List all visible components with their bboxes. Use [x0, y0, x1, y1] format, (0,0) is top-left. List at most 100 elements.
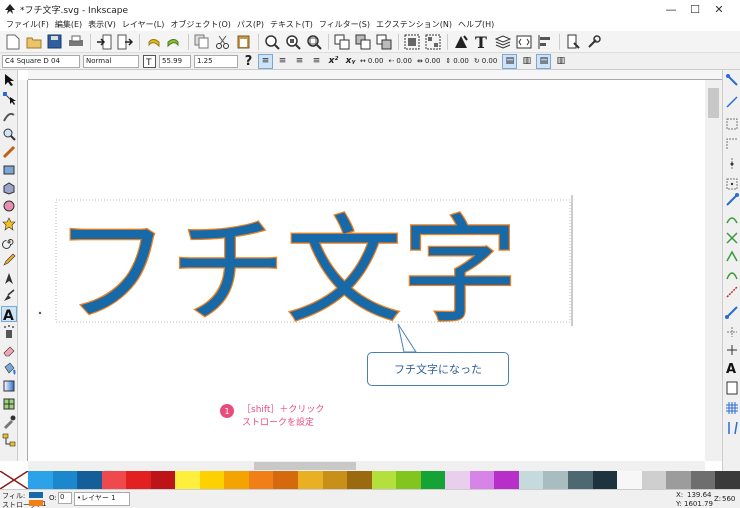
palette-swatch[interactable]	[592, 471, 618, 489]
xml-editor-icon[interactable]	[514, 32, 533, 51]
connector-tool-icon[interactable]	[1, 432, 17, 448]
menu-layer[interactable]: レイヤー(L)	[119, 19, 167, 30]
snap-midpoint-icon[interactable]	[724, 284, 740, 300]
document-properties-icon[interactable]	[563, 32, 582, 51]
vertical-ruler[interactable]	[18, 80, 28, 461]
gradient-tool-icon[interactable]	[1, 378, 17, 394]
copy-icon[interactable]	[192, 32, 211, 51]
line-spacing-input[interactable]: 1.25	[194, 54, 238, 68]
selector-tool-icon[interactable]	[1, 72, 17, 88]
menu-filter[interactable]: フィルター(S)	[316, 19, 373, 30]
palette-swatch[interactable]	[199, 471, 225, 489]
drawing-canvas[interactable]: フチ文字	[28, 80, 705, 461]
3d-box-tool-icon[interactable]	[1, 180, 17, 196]
font-style-select[interactable]: Normal	[83, 54, 139, 68]
stroke-indicator[interactable]	[29, 500, 43, 506]
pencil-tool-icon[interactable]	[1, 252, 17, 268]
zoom-page-icon[interactable]	[304, 32, 323, 51]
layers-icon[interactable]	[493, 32, 512, 51]
print-icon[interactable]	[66, 32, 85, 51]
layer-select[interactable]: •レイヤー 1	[74, 492, 130, 506]
menu-view[interactable]: 表示(V)	[85, 19, 119, 30]
horizontal-scroll-thumb[interactable]	[254, 462, 356, 470]
snap-path-icon[interactable]	[724, 212, 740, 228]
eraser-tool-icon[interactable]	[1, 342, 17, 358]
palette-swatch[interactable]	[371, 471, 397, 489]
snap-bbox-corner-icon[interactable]	[724, 136, 740, 152]
group-icon[interactable]	[402, 32, 421, 51]
horizontal-scrollbar[interactable]	[28, 461, 705, 471]
horizontal-ruler[interactable]	[28, 70, 722, 80]
palette-swatch[interactable]	[150, 471, 176, 489]
menu-path[interactable]: パス(P)	[234, 19, 267, 30]
snap-bbox-midpoint-icon[interactable]	[724, 156, 740, 172]
palette-swatch[interactable]	[420, 471, 446, 489]
zoom-tool-icon[interactable]	[1, 126, 17, 142]
snap-enable-icon[interactable]	[724, 72, 740, 88]
palette-swatch[interactable]	[445, 471, 470, 489]
fill-stroke-icon[interactable]	[451, 32, 470, 51]
snap-rotation-center-icon[interactable]	[724, 342, 740, 358]
vertical-scrollbar[interactable]	[705, 80, 722, 461]
star-tool-icon[interactable]	[1, 216, 17, 232]
mesh-tool-icon[interactable]	[1, 396, 17, 412]
snap-center-icon[interactable]	[724, 324, 740, 340]
palette-swatch[interactable]	[494, 471, 519, 489]
palette-swatch[interactable]	[690, 471, 716, 489]
menu-edit[interactable]: 編集(E)	[52, 19, 85, 30]
snap-bbox-icon[interactable]	[724, 94, 740, 110]
snap-nodes-icon[interactable]	[724, 192, 740, 208]
palette-swatch[interactable]	[224, 471, 249, 489]
font-family-select[interactable]: C4 Square D 04	[2, 54, 80, 68]
palette-swatch[interactable]	[568, 471, 593, 489]
palette-swatch[interactable]	[518, 471, 544, 489]
snap-bbox-edge-icon[interactable]	[724, 116, 740, 132]
dropper-tool-icon[interactable]	[1, 414, 17, 430]
palette-swatch[interactable]	[469, 471, 495, 489]
spray-tool-icon[interactable]	[1, 324, 17, 340]
no-paint-swatch[interactable]	[0, 470, 29, 490]
palette-swatch[interactable]	[248, 471, 274, 489]
palette-swatch[interactable]	[666, 471, 691, 489]
snap-page-border-icon[interactable]	[724, 380, 740, 396]
kerning[interactable]: ⇹ 0.00	[417, 57, 440, 65]
palette-swatch[interactable]	[715, 471, 740, 489]
palette-swatch[interactable]	[543, 471, 569, 489]
save-icon[interactable]	[45, 32, 64, 51]
snap-others-icon[interactable]	[724, 304, 740, 320]
align-right-icon[interactable]: ≡	[292, 54, 307, 69]
fill-indicator[interactable]	[29, 492, 43, 498]
open-folder-icon[interactable]	[24, 32, 43, 51]
snap-cusp-icon[interactable]	[724, 248, 740, 264]
import-icon[interactable]	[94, 32, 113, 51]
calligraphy-tool-icon[interactable]	[1, 288, 17, 304]
redo-icon[interactable]	[164, 32, 183, 51]
paint-bucket-tool-icon[interactable]	[1, 360, 17, 376]
close-button[interactable]: ✕	[696, 0, 740, 18]
align-justify-icon[interactable]: ≡	[309, 54, 324, 69]
node-tool-icon[interactable]	[1, 90, 17, 106]
subscript-icon[interactable]: xᵧ	[343, 54, 358, 69]
spiral-tool-icon[interactable]	[1, 234, 17, 250]
palette-swatch[interactable]	[175, 471, 200, 489]
letter-spacing[interactable]: ↔ 0.00	[360, 57, 383, 65]
text-direction-icon[interactable]: ▥	[553, 54, 568, 69]
palette-swatch[interactable]	[641, 471, 667, 489]
vertical-scroll-thumb[interactable]	[708, 88, 719, 118]
vertical-shift[interactable]: ⇕ 0.00	[445, 57, 468, 65]
ungroup-icon[interactable]	[423, 32, 442, 51]
export-icon[interactable]	[115, 32, 134, 51]
zoom-selection-icon[interactable]	[262, 32, 281, 51]
preferences-icon[interactable]	[584, 32, 603, 51]
unlink-clone-icon[interactable]	[374, 32, 393, 51]
cut-icon[interactable]	[213, 32, 232, 51]
opacity-input[interactable]: 0	[58, 492, 72, 504]
paste-icon[interactable]	[234, 32, 253, 51]
zoom-value[interactable]: 560	[722, 495, 735, 503]
palette-swatch[interactable]	[101, 471, 127, 489]
tweak-tool-icon[interactable]	[1, 108, 17, 124]
horizontal-text-icon[interactable]: ▤	[502, 53, 518, 69]
palette-swatch[interactable]	[298, 471, 323, 489]
snap-intersection-icon[interactable]	[724, 230, 740, 246]
snap-grid-icon[interactable]	[724, 400, 740, 416]
